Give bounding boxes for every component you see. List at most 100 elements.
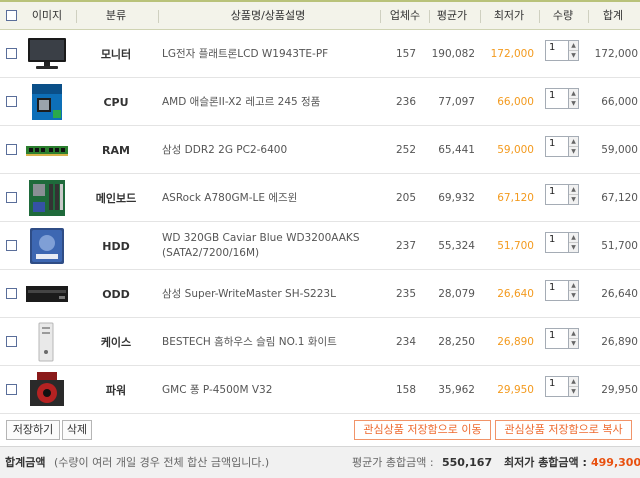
row-total: 172,000 bbox=[594, 48, 638, 60]
product-thumbnail[interactable] bbox=[27, 178, 67, 221]
row-avg-price: 35,962 bbox=[438, 384, 475, 396]
stepper-up-icon[interactable]: ▲ bbox=[569, 233, 578, 243]
product-thumbnail[interactable] bbox=[27, 370, 67, 413]
row-product-name-line1[interactable]: 삼성 DDR2 2G PC2-6400 bbox=[162, 143, 287, 158]
row-avg-price: 28,250 bbox=[438, 336, 475, 348]
row-product-name-line1[interactable]: ASRock A780GM-LE 에즈윈 bbox=[162, 191, 297, 206]
product-thumbnail[interactable] bbox=[25, 143, 69, 160]
row-store-count: 252 bbox=[395, 144, 416, 156]
quantity-input[interactable]: 1 bbox=[545, 328, 569, 349]
stepper-up-icon[interactable]: ▲ bbox=[569, 185, 578, 195]
row-avg-price: 77,097 bbox=[438, 96, 475, 108]
table-row: ODD 삼성 Super-WriteMaster SH-S223L 235 28… bbox=[0, 270, 640, 318]
copy-to-wishlist-button[interactable]: 관심상품 저장함으로 복사 bbox=[495, 420, 632, 440]
stepper-up-icon[interactable]: ▲ bbox=[569, 377, 578, 387]
row-select-checkbox[interactable] bbox=[6, 144, 17, 155]
stepper-up-icon[interactable]: ▲ bbox=[569, 137, 578, 147]
header-category: 분류 bbox=[105, 9, 127, 22]
row-avg-price: 28,079 bbox=[438, 288, 475, 300]
row-category: 메인보드 bbox=[95, 192, 137, 205]
row-product-name-line1[interactable]: BESTECH 홈하우스 슬림 NO.1 화이트 bbox=[162, 335, 337, 350]
delete-button[interactable]: 삭제 bbox=[62, 420, 92, 440]
quantity-input[interactable]: 1 bbox=[545, 376, 569, 397]
stepper-down-icon[interactable]: ▼ bbox=[569, 195, 578, 205]
row-category: RAM bbox=[102, 143, 130, 157]
row-select-checkbox[interactable] bbox=[6, 384, 17, 395]
header-product: 상품명/상품설명 bbox=[230, 9, 306, 22]
quantity-input[interactable]: 1 bbox=[545, 136, 569, 157]
row-category: ODD bbox=[102, 287, 130, 301]
table-row: 파워 GMC 퐁 P-4500M V32 158 35,962 29,950 1… bbox=[0, 366, 640, 414]
quantity-stepper[interactable]: ▲ ▼ bbox=[568, 376, 579, 397]
product-thumbnail[interactable] bbox=[27, 82, 67, 125]
stepper-down-icon[interactable]: ▼ bbox=[569, 99, 578, 109]
row-product-name[interactable]: 삼성 Super-WriteMaster SH-S223L bbox=[162, 270, 377, 318]
row-category: 케이스 bbox=[100, 336, 132, 349]
row-total: 51,700 bbox=[601, 240, 638, 252]
table-header: 이미지 분류 상품명/상품설명 업체수 평균가 최저가 수량 합계 bbox=[0, 0, 640, 30]
quantity-stepper[interactable]: ▲ ▼ bbox=[568, 280, 579, 301]
stepper-down-icon[interactable]: ▼ bbox=[569, 147, 578, 157]
quantity-input[interactable]: 1 bbox=[545, 232, 569, 253]
quantity-input[interactable]: 1 bbox=[545, 184, 569, 205]
row-total: 66,000 bbox=[601, 96, 638, 108]
quantity-input[interactable]: 1 bbox=[545, 280, 569, 301]
stepper-up-icon[interactable]: ▲ bbox=[569, 281, 578, 291]
row-min-price: 29,950 bbox=[497, 384, 534, 396]
header-min-price: 최저가 bbox=[493, 9, 525, 22]
quantity-stepper[interactable]: ▲ ▼ bbox=[568, 328, 579, 349]
row-product-name[interactable]: 삼성 DDR2 2G PC2-6400 bbox=[162, 126, 377, 174]
quantity-input[interactable]: 1 bbox=[545, 40, 569, 61]
stepper-down-icon[interactable]: ▼ bbox=[569, 339, 578, 349]
product-thumbnail[interactable] bbox=[28, 226, 66, 269]
move-to-wishlist-button[interactable]: 관심상품 저장함으로 이동 bbox=[354, 420, 491, 440]
save-button[interactable]: 저장하기 bbox=[6, 420, 60, 440]
product-thumbnail[interactable] bbox=[27, 37, 67, 74]
row-product-name[interactable]: LG전자 플래트론LCD W1943TE-PF bbox=[162, 30, 377, 78]
row-product-name-line1[interactable]: LG전자 플래트론LCD W1943TE-PF bbox=[162, 47, 328, 62]
stepper-up-icon[interactable]: ▲ bbox=[569, 329, 578, 339]
quantity-stepper[interactable]: ▲ ▼ bbox=[568, 232, 579, 253]
header-avg-price: 평균가 bbox=[436, 9, 468, 22]
stepper-down-icon[interactable]: ▼ bbox=[569, 243, 578, 253]
product-thumbnail[interactable] bbox=[36, 322, 56, 365]
row-product-name-line2[interactable]: (SATA2/7200/16M) bbox=[162, 246, 359, 261]
row-select-checkbox[interactable] bbox=[6, 48, 17, 59]
row-avg-price: 55,324 bbox=[438, 240, 475, 252]
quantity-stepper[interactable]: ▲ ▼ bbox=[568, 136, 579, 157]
row-store-count: 236 bbox=[395, 96, 416, 108]
row-product-name-line1[interactable]: 삼성 Super-WriteMaster SH-S223L bbox=[162, 287, 336, 302]
row-product-name[interactable]: BESTECH 홈하우스 슬림 NO.1 화이트 bbox=[162, 318, 377, 366]
total-label: 합계금액 bbox=[5, 456, 46, 469]
row-category: 모니터 bbox=[100, 48, 132, 61]
row-min-price: 26,640 bbox=[497, 288, 534, 300]
table-row: RAM 삼성 DDR2 2G PC2-6400 252 65,441 59,00… bbox=[0, 126, 640, 174]
table-row: 케이스 BESTECH 홈하우스 슬림 NO.1 화이트 234 28,250 … bbox=[0, 318, 640, 366]
row-category: CPU bbox=[103, 95, 129, 109]
row-product-name[interactable]: ASRock A780GM-LE 에즈윈 bbox=[162, 174, 377, 222]
parts-cart-page: 이미지 분류 상품명/상품설명 업체수 평균가 최저가 수량 합계 모니터 LG… bbox=[0, 0, 640, 478]
row-product-name-line1[interactable]: GMC 퐁 P-4500M V32 bbox=[162, 383, 272, 398]
row-select-checkbox[interactable] bbox=[6, 96, 17, 107]
row-select-checkbox[interactable] bbox=[6, 288, 17, 299]
stepper-up-icon[interactable]: ▲ bbox=[569, 41, 578, 51]
select-all-checkbox[interactable] bbox=[6, 10, 17, 21]
row-product-name-line1[interactable]: WD 320GB Caviar Blue WD3200AAKS bbox=[162, 231, 359, 246]
stepper-up-icon[interactable]: ▲ bbox=[569, 89, 578, 99]
row-select-checkbox[interactable] bbox=[6, 336, 17, 347]
row-product-name-line1[interactable]: AMD 애슬론II-X2 레고르 245 정품 bbox=[162, 95, 320, 110]
row-product-name[interactable]: AMD 애슬론II-X2 레고르 245 정품 bbox=[162, 78, 377, 126]
stepper-down-icon[interactable]: ▼ bbox=[569, 387, 578, 397]
quantity-stepper[interactable]: ▲ ▼ bbox=[568, 40, 579, 61]
product-thumbnail[interactable] bbox=[25, 284, 69, 307]
row-product-name[interactable]: GMC 퐁 P-4500M V32 bbox=[162, 366, 377, 414]
stepper-down-icon[interactable]: ▼ bbox=[569, 51, 578, 61]
quantity-stepper[interactable]: ▲ ▼ bbox=[568, 184, 579, 205]
row-select-checkbox[interactable] bbox=[6, 192, 17, 203]
row-total: 26,640 bbox=[601, 288, 638, 300]
quantity-input[interactable]: 1 bbox=[545, 88, 569, 109]
row-product-name[interactable]: WD 320GB Caviar Blue WD3200AAKS (SATA2/7… bbox=[162, 222, 377, 270]
row-select-checkbox[interactable] bbox=[6, 240, 17, 251]
stepper-down-icon[interactable]: ▼ bbox=[569, 291, 578, 301]
quantity-stepper[interactable]: ▲ ▼ bbox=[568, 88, 579, 109]
